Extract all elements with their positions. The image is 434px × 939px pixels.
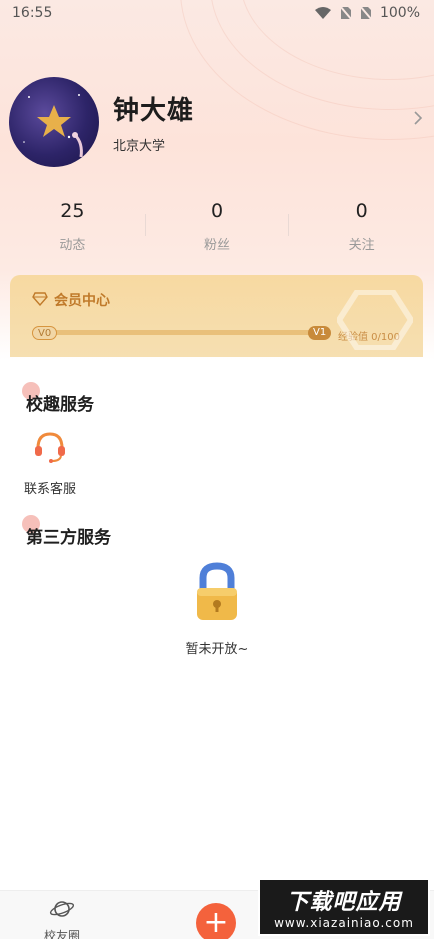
status-time: 16:55 <box>12 5 53 21</box>
stat-posts-value: 25 <box>60 200 85 222</box>
stat-following-label: 关注 <box>348 238 375 253</box>
no-sim-icon-2 <box>359 6 372 20</box>
section-title-third-party-services: 第三方服务 <box>26 528 111 548</box>
tab-alumni-circle-label: 校友圈 <box>44 929 81 939</box>
stat-posts-label: 动态 <box>59 238 86 253</box>
watermark-logo: 下载吧应用 www.xiazainiao.com <box>258 878 430 936</box>
stat-followers-label: 粉丝 <box>204 238 231 253</box>
contact-support-button[interactable]: 联系客服 <box>22 430 78 497</box>
planet-icon <box>49 897 75 925</box>
profile-card[interactable]: 钟大雄 北京大学 <box>9 76 427 168</box>
headset-icon <box>32 430 68 468</box>
stat-following-value: 0 <box>355 200 368 222</box>
stat-posts[interactable]: 25 动态 <box>0 200 145 256</box>
status-bar: 16:55 100% <box>0 0 434 26</box>
stat-following[interactable]: 0 关注 <box>289 200 434 256</box>
diamond-icon <box>32 291 48 310</box>
level-progress-track <box>32 330 327 335</box>
watermark-url: www.xiazainiao.com <box>274 916 414 930</box>
third-party-empty-state: 暂未开放~ <box>0 560 434 657</box>
level-end-badge: V1 <box>308 326 332 340</box>
profile-stats: 25 动态 0 粉丝 0 关注 <box>0 200 434 256</box>
add-post-button[interactable]: + <box>196 903 236 939</box>
watermark-title: 下载吧应用 <box>286 890 402 915</box>
wifi-icon <box>314 6 332 20</box>
lock-icon <box>187 560 247 628</box>
section-title-campus-services: 校趣服务 <box>26 395 94 415</box>
chevron-right-icon[interactable] <box>413 110 423 130</box>
plus-icon: + <box>203 905 229 939</box>
level-start-badge: V0 <box>32 326 58 340</box>
contact-support-label: 联系客服 <box>23 482 76 497</box>
battery-level: 100% <box>379 5 420 21</box>
member-center-card[interactable]: 会员中心 V0 V1 经验值 0/100 <box>10 275 423 357</box>
user-name: 钟大雄 <box>113 96 195 126</box>
tab-alumni-circle[interactable]: 校友圈 <box>44 897 80 939</box>
hexagon-decoration-icon <box>335 289 415 354</box>
empty-state-text: 暂未开放~ <box>185 642 249 657</box>
stat-divider <box>144 214 146 236</box>
stat-followers[interactable]: 0 粉丝 <box>144 200 290 256</box>
avatar[interactable] <box>9 77 99 167</box>
no-sim-icon <box>339 6 352 20</box>
stat-followers-value: 0 <box>210 200 224 222</box>
member-center-title: 会员中心 <box>54 293 110 309</box>
user-school: 北京大学 <box>113 139 166 154</box>
